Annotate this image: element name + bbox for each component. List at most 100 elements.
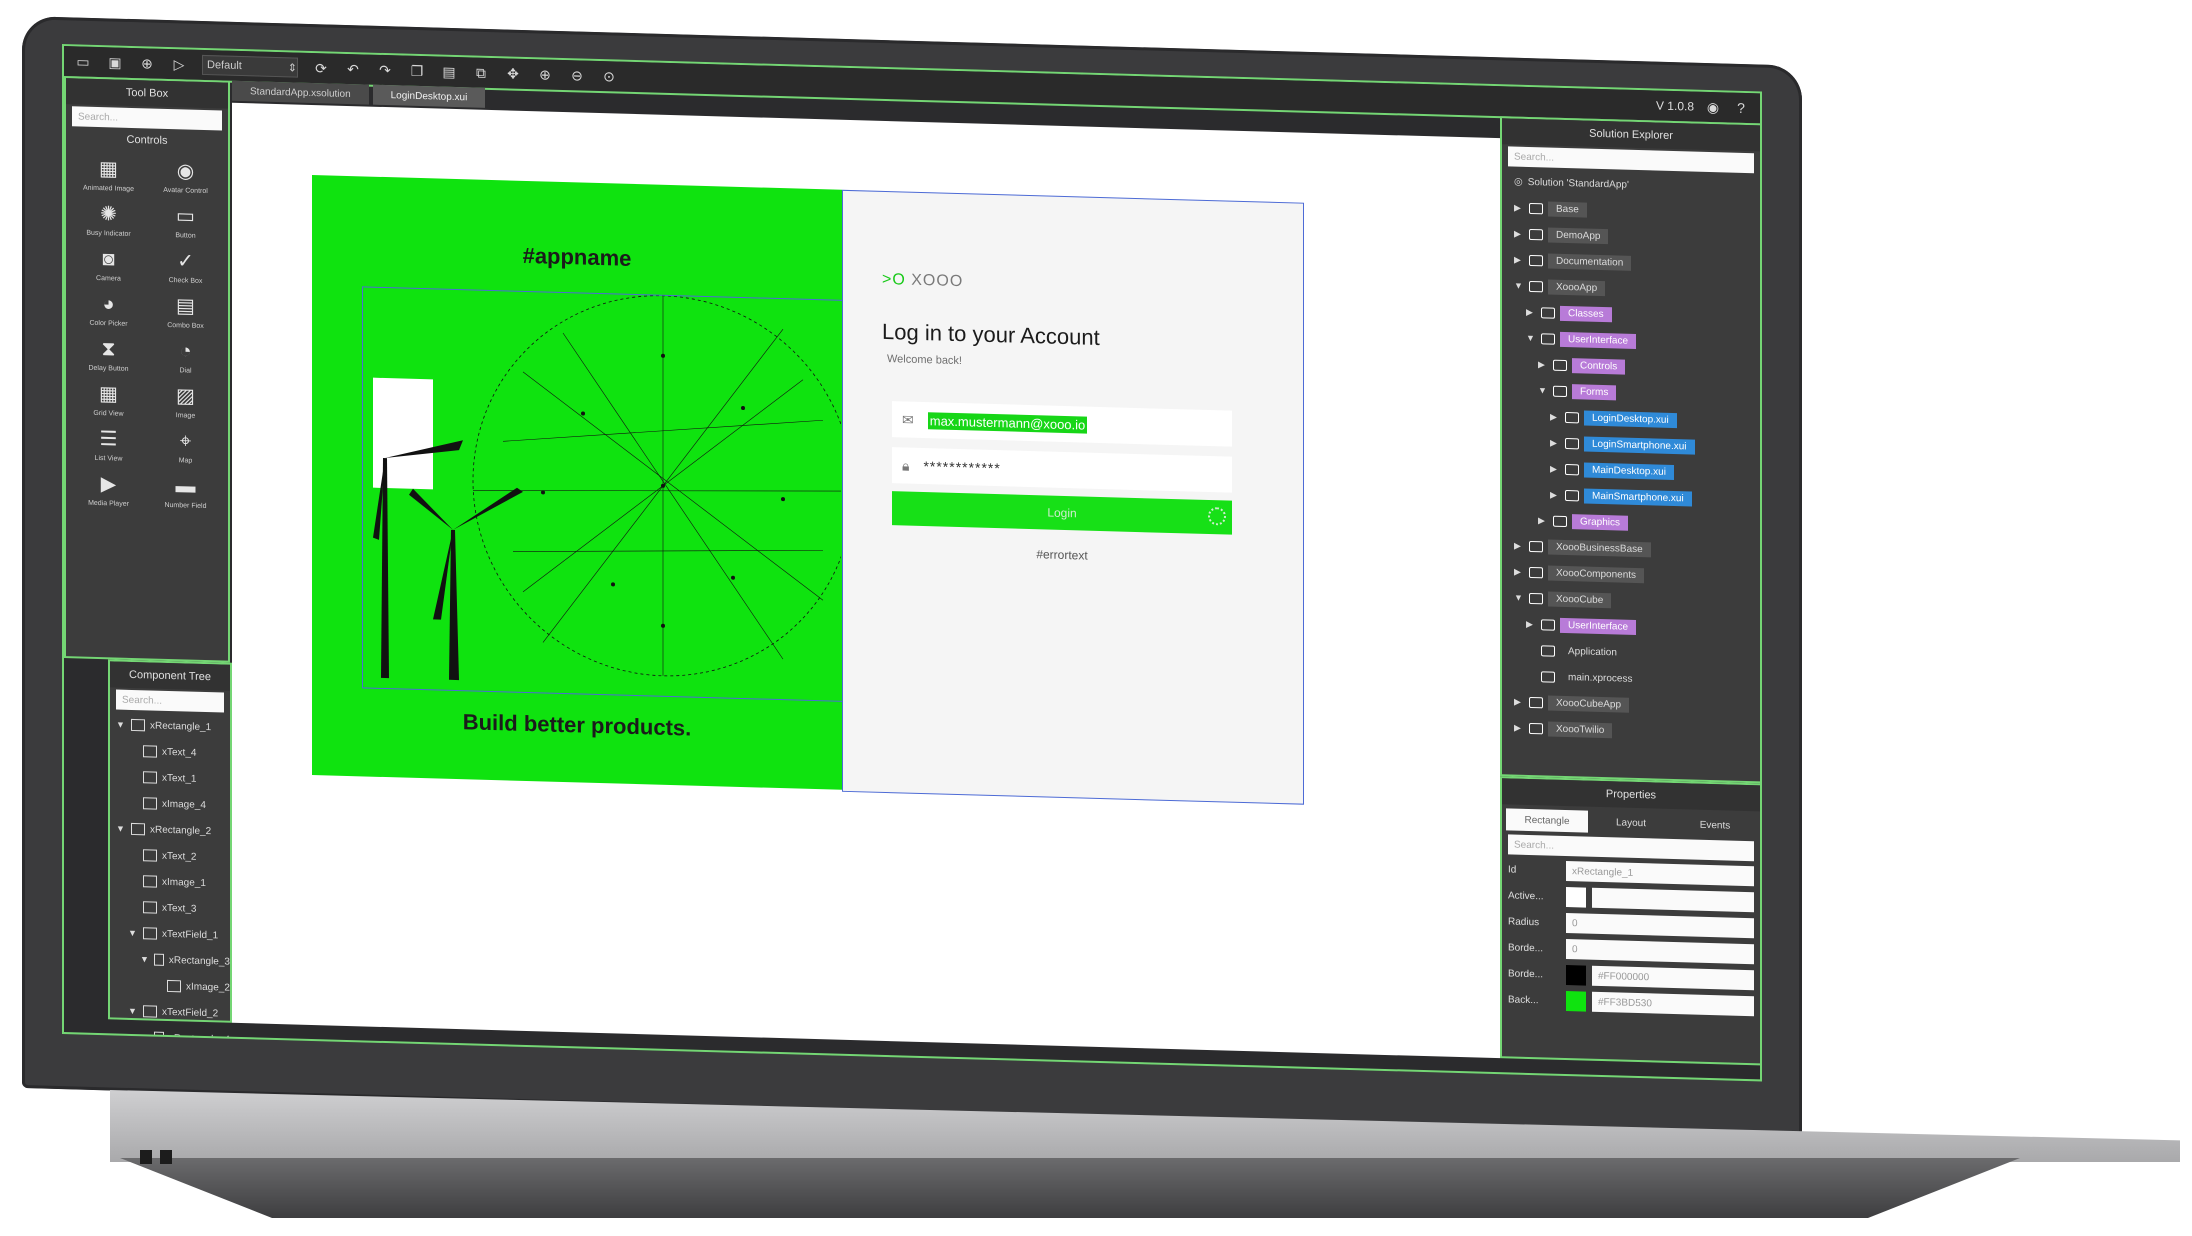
caret-icon[interactable]: ▼ bbox=[128, 928, 138, 938]
caret-icon[interactable]: ▶ bbox=[1538, 359, 1548, 370]
tree-item[interactable]: xText_2 bbox=[110, 841, 230, 870]
caret-icon[interactable]: ▶ bbox=[1514, 254, 1524, 265]
paste-icon[interactable]: ▤ bbox=[440, 63, 458, 82]
tree-item[interactable]: xText_1 bbox=[110, 763, 230, 792]
property-value-input[interactable]: 0 bbox=[1566, 939, 1754, 965]
caret-icon[interactable]: ▶ bbox=[1514, 696, 1524, 707]
caret-icon[interactable]: ▼ bbox=[140, 954, 149, 964]
tree-item-label: xText_4 bbox=[162, 746, 197, 759]
caret-icon[interactable]: ▶ bbox=[1550, 463, 1560, 474]
tool-camera[interactable]: ◙ Camera bbox=[70, 246, 147, 283]
tool-palette[interactable]: ◕ Color Picker bbox=[70, 291, 147, 328]
property-value-input[interactable]: xRectangle_1 bbox=[1566, 861, 1754, 887]
preset-select[interactable]: Default ⇕ bbox=[202, 54, 298, 78]
tab-active[interactable]: LoginDesktop.xui bbox=[372, 84, 486, 108]
tree-item[interactable]: xText_4 bbox=[110, 737, 230, 766]
brand-panel[interactable]: #appname Build better products. bbox=[312, 174, 854, 790]
zoom-out-icon[interactable]: ⊖ bbox=[568, 66, 586, 85]
property-value-input[interactable] bbox=[1592, 887, 1754, 913]
tool-button[interactable]: ▭ Button bbox=[147, 203, 224, 240]
tool-image[interactable]: ▨ Image bbox=[147, 383, 224, 420]
tool-list[interactable]: ☰ List View bbox=[70, 426, 147, 463]
caret-icon[interactable]: ▼ bbox=[1514, 281, 1524, 291]
tool-combo[interactable]: ▤ Combo Box bbox=[147, 293, 224, 330]
folder-icon bbox=[1529, 722, 1543, 734]
tree-item[interactable]: xImage_2 bbox=[110, 971, 230, 1000]
tree-item[interactable]: ▼ xTextField_2 bbox=[110, 997, 230, 1026]
caret-icon[interactable]: ▼ bbox=[116, 824, 126, 834]
tree-item[interactable]: xText_3 bbox=[110, 893, 230, 922]
tree-item-label: xTextField_1 bbox=[162, 928, 219, 941]
caret-icon[interactable]: ▶ bbox=[1514, 540, 1524, 551]
properties-tab[interactable]: Events bbox=[1674, 813, 1756, 838]
caret-icon[interactable]: ▶ bbox=[1526, 618, 1536, 629]
tab-inactive[interactable]: StandardApp.xsolution bbox=[232, 80, 369, 105]
language-icon[interactable]: ◉ bbox=[1704, 98, 1722, 117]
caret-icon[interactable]: ▼ bbox=[1526, 333, 1536, 343]
tool-label: Busy Indicator bbox=[86, 229, 131, 238]
field-icon bbox=[143, 1005, 157, 1018]
help-icon[interactable]: ? bbox=[1732, 99, 1750, 118]
caret-icon[interactable]: ▼ bbox=[116, 720, 126, 730]
property-value-input[interactable]: #FF000000 bbox=[1592, 965, 1754, 991]
move-icon[interactable]: ✥ bbox=[504, 64, 522, 83]
redo-icon[interactable]: ↷ bbox=[376, 61, 394, 80]
component-tree-search-input[interactable]: Search... bbox=[116, 689, 224, 713]
file-icon bbox=[1541, 644, 1555, 657]
play-icon[interactable]: ▷ bbox=[170, 55, 188, 74]
tool-label: Color Picker bbox=[89, 319, 128, 328]
copy-icon[interactable]: ❐ bbox=[408, 62, 426, 81]
caret-icon[interactable]: ▶ bbox=[1514, 228, 1524, 239]
tool-number-field[interactable]: ▬ Number Field bbox=[147, 473, 224, 510]
color-swatch[interactable] bbox=[1566, 965, 1586, 986]
caret-icon[interactable]: ▼ bbox=[1514, 593, 1524, 603]
color-swatch[interactable] bbox=[1566, 887, 1586, 908]
color-swatch[interactable] bbox=[1566, 991, 1586, 1012]
property-value-input[interactable]: #FF3BD530 bbox=[1592, 991, 1754, 1017]
save-icon[interactable]: ▣ bbox=[106, 53, 124, 72]
caret-icon[interactable]: ▶ bbox=[1550, 437, 1560, 448]
toolbox-search-input[interactable]: Search... bbox=[72, 106, 222, 131]
add-icon[interactable]: ⊕ bbox=[138, 54, 156, 73]
design-canvas[interactable]: #appname Build better products. >O XOOO … bbox=[232, 102, 1500, 1059]
tree-item[interactable]: ▼ xRectangle_2 bbox=[110, 815, 230, 844]
tree-item[interactable]: xImage_1 bbox=[110, 867, 230, 896]
property-value-input[interactable]: 0 bbox=[1566, 913, 1754, 939]
caret-icon[interactable]: ▶ bbox=[1526, 306, 1536, 317]
tree-item[interactable]: ▼ xRectangle_1 bbox=[110, 711, 230, 740]
tree-item[interactable]: xImage_4 bbox=[110, 789, 230, 818]
zoom-in-icon[interactable]: ⊕ bbox=[536, 65, 554, 84]
tool-avatar[interactable]: ◉ Avatar Control bbox=[147, 158, 224, 195]
text-icon bbox=[143, 849, 157, 862]
tool-dial[interactable]: ◔ Dial bbox=[147, 338, 224, 375]
caret-icon[interactable]: ▶ bbox=[1550, 489, 1560, 500]
caret-icon[interactable]: ▶ bbox=[1514, 202, 1524, 213]
caret-icon[interactable]: ▶ bbox=[1550, 411, 1560, 422]
tool-grid[interactable]: ▦ Grid View bbox=[70, 381, 147, 418]
tree-item-label: xImage_2 bbox=[186, 980, 230, 994]
tool-play[interactable]: ▶ Media Player bbox=[70, 471, 147, 508]
tool-gif[interactable]: ▦ Animated Image bbox=[70, 156, 147, 193]
tree-item[interactable]: ▼ xRectangle_3 bbox=[110, 945, 230, 974]
caret-icon[interactable]: ▼ bbox=[128, 1006, 138, 1016]
tree-item[interactable]: ▼ xTextField_1 bbox=[110, 919, 230, 948]
tool-check[interactable]: ✓ Check Box bbox=[147, 248, 224, 285]
tool-hourglass[interactable]: ⧗ Delay Button bbox=[70, 336, 147, 373]
folder-icon bbox=[1541, 618, 1555, 631]
xui-file-icon bbox=[1565, 463, 1579, 475]
undo-icon[interactable]: ↶ bbox=[344, 60, 362, 79]
properties-tab[interactable]: Layout bbox=[1590, 810, 1672, 835]
caret-icon[interactable]: ▶ bbox=[1538, 515, 1548, 526]
caret-icon[interactable]: ▶ bbox=[1514, 566, 1524, 577]
duplicate-icon[interactable]: ⧉ bbox=[472, 63, 490, 82]
properties-tab[interactable]: Rectangle bbox=[1506, 808, 1588, 833]
caret-icon[interactable]: ▶ bbox=[1514, 722, 1524, 733]
tool-map[interactable]: ⌖ Map bbox=[147, 428, 224, 465]
zoom-reset-icon[interactable]: ⊙ bbox=[600, 67, 618, 86]
mail-icon: ✉ bbox=[902, 410, 914, 428]
open-folder-icon[interactable]: ▭ bbox=[74, 52, 92, 71]
refresh-icon[interactable]: ⟳ bbox=[312, 59, 330, 78]
tool-spinner[interactable]: ✺ Busy Indicator bbox=[70, 201, 147, 238]
spinner-icon: ✺ bbox=[100, 203, 117, 226]
caret-icon[interactable]: ▼ bbox=[1538, 385, 1548, 395]
